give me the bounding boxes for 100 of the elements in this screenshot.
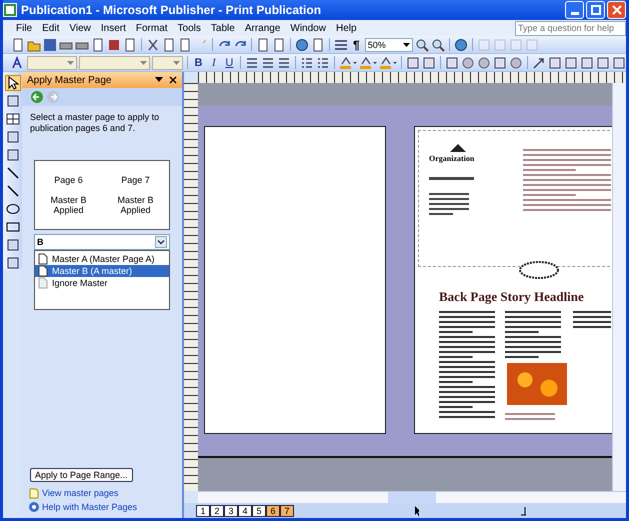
help-search-field[interactable]: Type a question for help (515, 20, 626, 36)
color-picker-icon[interactable] (359, 56, 377, 70)
page-icon[interactable] (256, 38, 270, 52)
page-navigation-tab[interactable]: 6 (266, 504, 280, 516)
menu-item[interactable]: Arrange (240, 22, 286, 34)
column-text-drawing (573, 309, 612, 329)
frame-icon[interactable] (580, 56, 594, 70)
frame-icon[interactable] (406, 56, 420, 70)
scissors-icon[interactable] (146, 38, 160, 52)
color-picker-icon[interactable] (339, 56, 357, 70)
page-icon[interactable] (311, 38, 325, 52)
magnifier-icon[interactable] (430, 38, 445, 52)
frame-icon[interactable] (596, 56, 610, 70)
circle-icon[interactable] (477, 56, 491, 70)
minimize-icon (570, 12, 578, 14)
align-icon[interactable] (245, 56, 259, 70)
frame-icon[interactable] (6, 94, 20, 108)
menu-item[interactable]: File (11, 22, 38, 34)
maximize-button[interactable] (586, 1, 605, 19)
column-text-drawing (505, 309, 563, 359)
publisher-logo-icon (3, 3, 17, 17)
seal-drawing (519, 261, 559, 279)
help-icon (28, 501, 40, 513)
grid-icon[interactable] (334, 38, 348, 52)
link[interactable]: Help with Master Pages (42, 502, 138, 512)
align-icon[interactable] (261, 56, 275, 70)
menu-item[interactable]: Tools (172, 22, 206, 34)
line-icon[interactable] (6, 184, 20, 198)
instructions-text: Select a master page to apply to publication pages 6 and 7. (30, 112, 160, 134)
align-icon[interactable] (277, 56, 291, 70)
minimize-button[interactable] (565, 1, 584, 19)
font-size-dropdown[interactable] (152, 56, 183, 70)
page-icon[interactable] (272, 38, 286, 52)
page-icon[interactable] (91, 38, 105, 52)
page-icon[interactable] (11, 38, 25, 52)
menu-item[interactable]: Insert (96, 22, 131, 34)
bold-button[interactable]: B (192, 56, 206, 68)
master-list-item[interactable]: Master B (A master) (35, 265, 169, 277)
zoom-value: 50% (368, 40, 386, 50)
globe-icon[interactable] (295, 38, 309, 52)
frame-icon[interactable] (6, 256, 20, 270)
arrow-icon[interactable] (532, 56, 546, 70)
apply-to-page-range-button[interactable]: Apply to Page Range... (30, 468, 133, 482)
frame-icon[interactable] (445, 56, 459, 70)
link[interactable]: View master pages (42, 488, 118, 498)
frame-icon[interactable] (493, 56, 507, 70)
vertical-scrollbar[interactable] (612, 83, 626, 491)
cursor-position-icon (414, 504, 420, 516)
color-picker-icon[interactable] (379, 56, 397, 70)
dropdown-value: B (37, 237, 44, 247)
page-navigation-tab[interactable]: 4 (238, 504, 252, 516)
underline-button[interactable]: U (222, 56, 236, 68)
list-icon[interactable] (300, 56, 314, 70)
frame-icon[interactable] (6, 238, 20, 252)
circle-icon[interactable] (509, 56, 523, 70)
page-navigation-tab[interactable]: 1 (196, 504, 210, 516)
menu-item[interactable]: Edit (37, 22, 64, 34)
page-navigation-tab[interactable]: 3 (224, 504, 238, 516)
pointer-icon[interactable] (6, 76, 20, 90)
frame-icon[interactable] (612, 56, 626, 70)
page-icon[interactable] (123, 38, 137, 52)
magnifier-icon[interactable] (414, 38, 429, 52)
globe-icon[interactable] (454, 38, 468, 52)
master-status-text: Master B Applied (49, 195, 88, 215)
caret-icon (66, 60, 74, 64)
master-list-item[interactable]: Ignore Master (35, 277, 169, 289)
frame-icon[interactable] (422, 56, 436, 70)
page-navigation-tab[interactable]: 2 (210, 504, 224, 516)
caret-icon (172, 60, 180, 64)
frame-icon[interactable] (548, 56, 562, 70)
italic-button[interactable]: I (207, 56, 221, 68)
list-icon[interactable] (316, 56, 330, 70)
frame-icon[interactable] (6, 130, 20, 144)
page-label: Page 6 (54, 175, 83, 185)
table-icon[interactable] (6, 112, 20, 126)
frame-icon[interactable] (564, 56, 578, 70)
line-icon[interactable] (6, 166, 20, 180)
menu-item[interactable]: Window (285, 22, 331, 34)
menu-item[interactable]: View (64, 22, 96, 34)
page-navigation-tab[interactable]: 7 (280, 504, 294, 516)
logo-icon (448, 143, 468, 153)
menu-item[interactable]: Help (330, 22, 362, 34)
circle-icon[interactable] (461, 56, 475, 70)
dropdown-arrow-icon[interactable] (155, 77, 163, 83)
close-button[interactable] (607, 1, 626, 19)
rectangle-icon[interactable] (6, 220, 20, 234)
master-list-item[interactable]: Master A (Master Page A) (35, 253, 169, 265)
oval-icon[interactable] (6, 202, 20, 216)
object-size-icon (519, 504, 526, 516)
close-icon[interactable] (169, 76, 177, 84)
frame-icon[interactable] (6, 148, 20, 162)
page-icon[interactable] (178, 38, 192, 52)
paragraph-mark-button[interactable]: ¶ (350, 38, 363, 52)
menu-item[interactable]: Table (206, 22, 240, 34)
page-icon (38, 253, 48, 265)
horizontal-scrollbar[interactable] (198, 491, 626, 503)
zoom-dropdown[interactable]: 50% (364, 38, 413, 52)
menu-item[interactable]: Format (130, 22, 173, 34)
page-navigation-tab[interactable]: 5 (252, 504, 266, 516)
page-icon[interactable] (162, 38, 176, 52)
